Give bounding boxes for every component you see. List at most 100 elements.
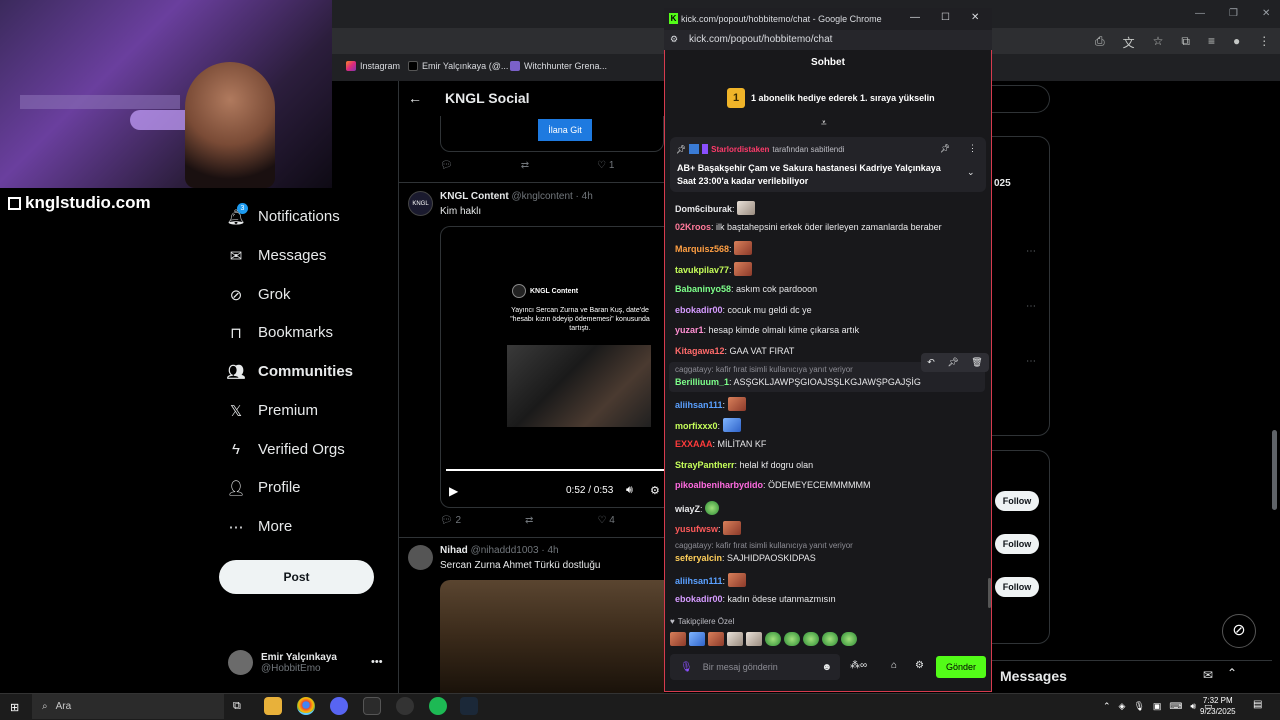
green-emote-icon[interactable]: [822, 632, 838, 646]
green-emote-icon[interactable]: [765, 632, 781, 646]
tweet-author[interactable]: Nihad: [440, 545, 468, 556]
follow-button[interactable]: Follow: [995, 577, 1039, 597]
reply-button[interactable]: 💬︎ 2: [440, 515, 461, 526]
retweet-icon[interactable]: ⇄: [521, 160, 529, 171]
compose-message-icon[interactable]: ✉: [1203, 668, 1213, 682]
chevron-down-icon[interactable]: ⌄: [967, 167, 975, 178]
chat-username[interactable]: morfixxx0: [675, 421, 718, 431]
nav-verified-orgs[interactable]: ϟ Verified Orgs: [228, 441, 345, 458]
retweet-icon[interactable]: ⇄: [525, 515, 533, 526]
chat-username[interactable]: wiayZ: [675, 504, 700, 514]
tray-app-icon[interactable]: ◈: [1119, 701, 1126, 712]
search-input[interactable]: [992, 85, 1050, 113]
gift-leaderboard-banner[interactable]: 1 1 abonelik hediye ederek 1. sıraya yük…: [727, 88, 935, 108]
volume-icon[interactable]: 🔊︎: [626, 484, 633, 497]
notification-center-icon[interactable]: ▤: [1253, 699, 1262, 710]
face-emote-icon[interactable]: [670, 632, 686, 646]
account-more-icon[interactable]: •••: [371, 656, 383, 668]
site-info-icon[interactable]: ⚙: [670, 34, 678, 45]
chat-username[interactable]: seferyalcin: [675, 553, 722, 563]
follow-button[interactable]: Follow: [995, 534, 1039, 554]
nav-grok[interactable]: ⊘ Grok: [228, 286, 291, 304]
cat-emote-icon[interactable]: [746, 632, 762, 646]
nav-profile[interactable]: 👤︎ Profile: [226, 479, 300, 497]
volume-icon[interactable]: 🔊︎: [1190, 701, 1196, 712]
reply-icon[interactable]: 💬︎: [440, 160, 453, 171]
trash-icon[interactable]: 🗑︎: [971, 357, 982, 368]
trend-more-icon[interactable]: ⋯: [1026, 301, 1036, 312]
task-view-icon[interactable]: ⧉: [233, 700, 241, 713]
collapse-icon[interactable]: ⩡: [821, 118, 827, 129]
chrome-icon[interactable]: [297, 697, 315, 715]
back-arrow-icon[interactable]: ←: [408, 90, 422, 106]
nav-messages[interactable]: ✉ Messages: [228, 247, 327, 265]
nav-notifications[interactable]: 🔔︎ 3 Notifications: [226, 202, 340, 226]
tray-app-icon[interactable]: ▣: [1153, 701, 1162, 712]
bookmark-witchhunter[interactable]: Witchhunter Grena...: [510, 61, 607, 71]
trend-more-icon[interactable]: ⋯: [1026, 246, 1036, 257]
chat-username[interactable]: Marquisz568: [675, 244, 729, 254]
nav-more[interactable]: ⋯ More: [228, 518, 293, 536]
trend-more-icon[interactable]: ⋯: [1026, 356, 1036, 367]
chat-username[interactable]: Dom6ciburak: [675, 204, 732, 214]
chat-username[interactable]: Berilliuum_1: [675, 377, 729, 387]
avatar[interactable]: KNGL: [408, 191, 433, 216]
chat-username[interactable]: ebokadir00: [675, 305, 723, 315]
chat-scrollbar[interactable]: [988, 578, 991, 608]
minimize-icon[interactable]: —: [1195, 8, 1205, 19]
extensions-icon[interactable]: ⧉: [1181, 34, 1190, 51]
background-window-controls[interactable]: — ❐ ✕: [1195, 8, 1270, 19]
tweet-image[interactable]: [440, 580, 664, 693]
chat-username[interactable]: yusufwsw: [675, 524, 718, 534]
chat-username[interactable]: aliihsan111: [675, 400, 723, 410]
more-vertical-icon[interactable]: ⋮: [968, 143, 977, 154]
translate-icon[interactable]: 文: [1123, 34, 1135, 51]
chat-username[interactable]: Babaninyo58: [675, 284, 731, 294]
close-icon[interactable]: ✕: [1262, 8, 1270, 19]
app-icon[interactable]: [363, 697, 381, 715]
chat-username[interactable]: ebokadir00: [675, 594, 723, 604]
avatar[interactable]: [408, 545, 433, 570]
chat-username[interactable]: StrayPantherr: [675, 460, 735, 470]
microphone-icon[interactable]: 🎙︎: [680, 662, 693, 673]
taskbar-search[interactable]: ⌕ Ara: [32, 694, 224, 719]
install-icon[interactable]: ⎙: [1095, 34, 1105, 51]
network-icon[interactable]: ⌨: [1169, 701, 1182, 712]
grok-fab-icon[interactable]: ⊘: [1222, 614, 1256, 648]
obs-icon[interactable]: [396, 697, 414, 715]
discord-icon[interactable]: [330, 697, 348, 715]
windows-start-icon[interactable]: ⊞: [10, 701, 19, 714]
account-switcher[interactable]: Emir Yalçınkaya @HobbitEmo: [228, 650, 337, 675]
chat-username[interactable]: Kitagawa12: [675, 346, 725, 356]
post-button[interactable]: Post: [219, 560, 374, 594]
send-button[interactable]: Gönder: [936, 656, 986, 678]
green-emote-icon[interactable]: [841, 632, 857, 646]
taskbar-clock[interactable]: 7:32 PM 9/23/2025: [1200, 695, 1236, 717]
store-icon[interactable]: ⌂: [891, 660, 897, 671]
microphone-icon[interactable]: 🎙︎: [1133, 701, 1144, 712]
unpin-icon[interactable]: 📌︎: [940, 144, 950, 153]
like-button[interactable]: ♡ 1: [597, 160, 614, 171]
chat-username[interactable]: tavukpilav77: [675, 265, 729, 275]
file-explorer-icon[interactable]: [264, 697, 282, 715]
cta-button[interactable]: İlana Git: [538, 119, 592, 141]
chat-username[interactable]: aliihsan111: [675, 576, 723, 586]
face-emote-icon[interactable]: [708, 632, 724, 646]
settings-icon[interactable]: ⚙: [650, 484, 660, 497]
spotify-icon[interactable]: [429, 697, 447, 715]
star-icon[interactable]: ☆: [1153, 34, 1164, 51]
nav-communities[interactable]: 👥︎ Communities: [226, 363, 353, 381]
chevron-up-icon[interactable]: ⌃: [1227, 666, 1237, 680]
profile-icon[interactable]: ●: [1233, 34, 1240, 51]
gift-icon[interactable]: ⁂∞: [850, 660, 867, 671]
page-scrollbar[interactable]: [1272, 430, 1277, 510]
emoji-icon[interactable]: ☻: [821, 662, 832, 673]
play-icon[interactable]: ▶: [449, 484, 458, 498]
restore-icon[interactable]: ❐: [1229, 8, 1238, 19]
menu-icon[interactable]: ⋮: [1258, 34, 1270, 51]
close-icon[interactable]: ✕: [971, 12, 979, 23]
tweet-author[interactable]: KNGL Content: [440, 191, 509, 202]
pinned-by-user[interactable]: Starlordistaken: [711, 145, 769, 154]
pin-icon[interactable]: 📌︎: [947, 357, 958, 368]
chat-username[interactable]: pikoalbeniharbydido: [675, 480, 763, 490]
